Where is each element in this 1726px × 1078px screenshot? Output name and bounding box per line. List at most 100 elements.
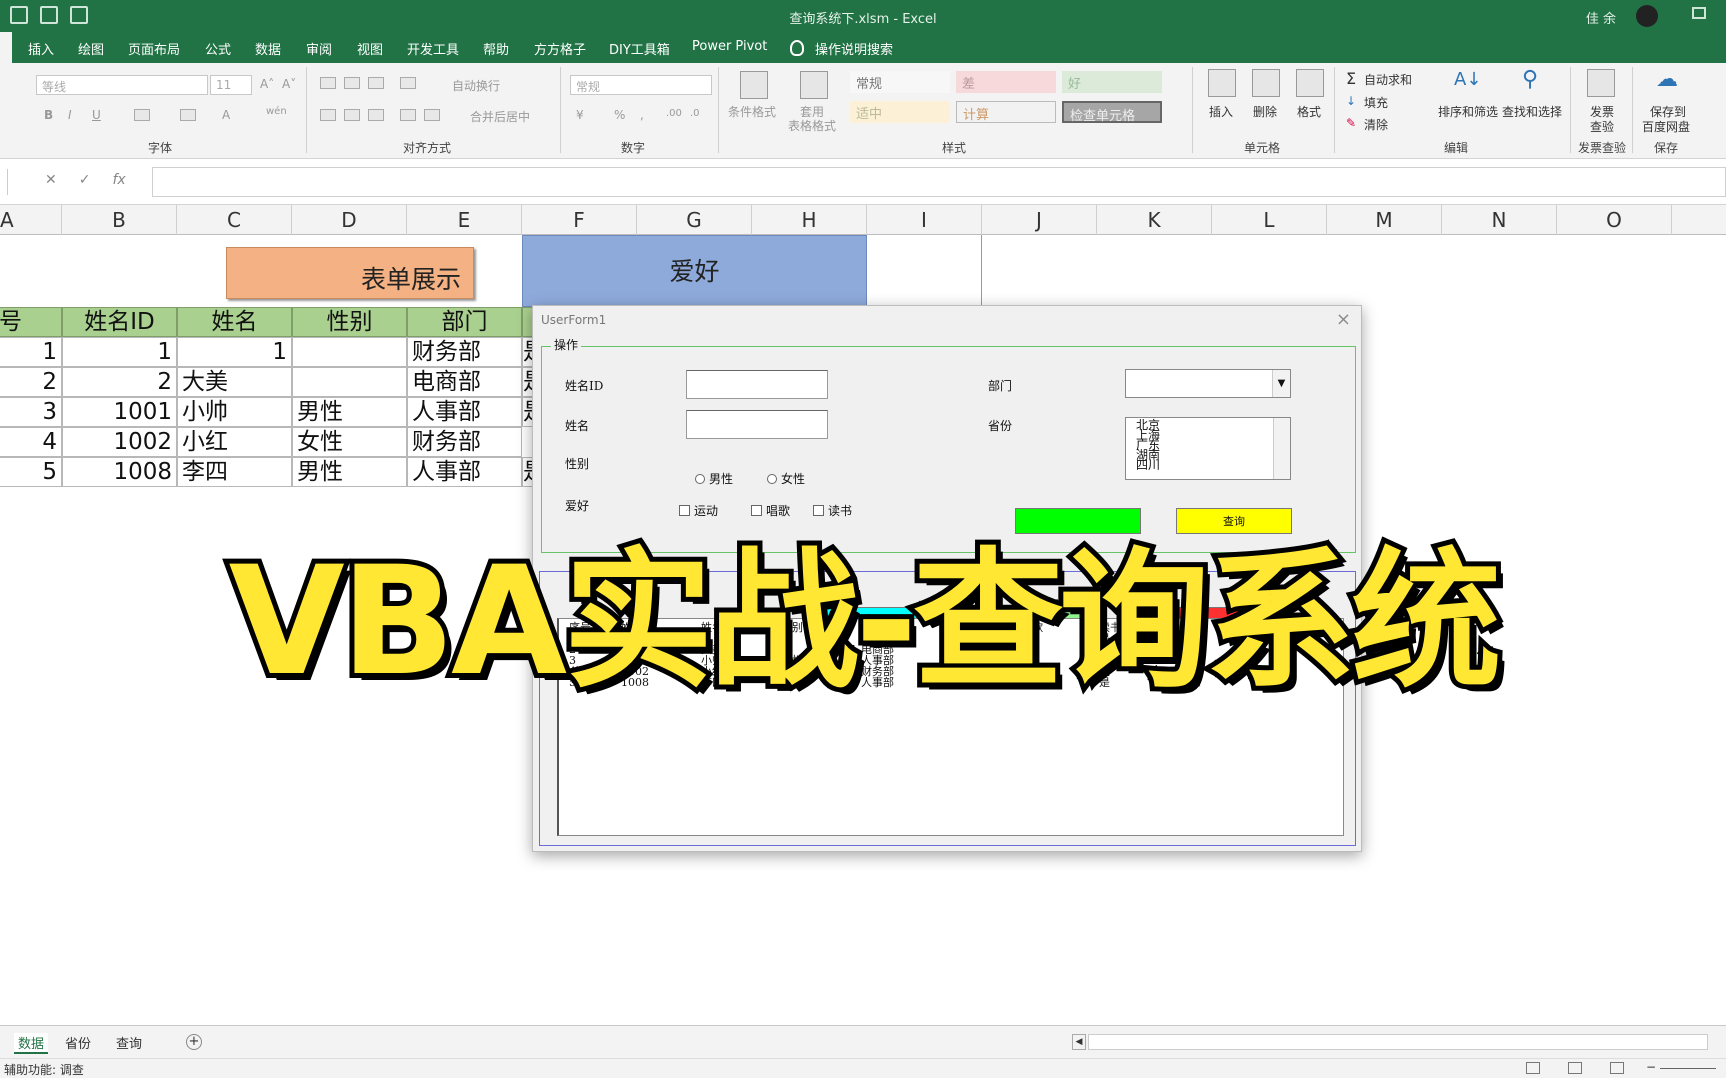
table-cell[interactable]: 2 [62, 367, 177, 397]
tab-view[interactable]: 视图 [357, 39, 383, 58]
conditional-format-icon[interactable] [740, 71, 768, 99]
font-name-combo[interactable]: 等线 [36, 75, 208, 95]
phonetic-icon[interactable]: wén [266, 106, 287, 117]
normal-view-icon[interactable] [1526, 1062, 1540, 1074]
table-cell[interactable]: 4 [0, 427, 62, 457]
orientation-icon[interactable] [400, 77, 416, 89]
tab-page-layout[interactable]: 页面布局 [128, 39, 180, 58]
increase-indent-icon[interactable] [424, 109, 440, 121]
table-cell[interactable] [292, 367, 407, 397]
italic-icon[interactable]: I [68, 108, 72, 122]
table-cell[interactable]: 1002 [62, 427, 177, 457]
result-listbox[interactable]: 序号 姓名ID 姓名 性别 部门 运动 唱歌 读书 省份 1 1 1 财务部 是… [557, 618, 1344, 836]
sheet-tab-query[interactable]: 查询 [116, 1033, 142, 1052]
radio-male[interactable]: 男性 [695, 470, 733, 487]
insert-cells-icon[interactable] [1208, 69, 1236, 97]
currency-icon[interactable]: ¥ [576, 108, 584, 122]
table-cell[interactable]: 1008 [62, 457, 177, 487]
table-cell[interactable]: 财务部 [407, 427, 522, 457]
green-action-button[interactable] [1015, 508, 1141, 534]
table-cell[interactable]: 5 [0, 457, 62, 487]
table-cell[interactable]: 2 [0, 367, 62, 397]
tab-fangfang[interactable]: 方方格子 [534, 39, 586, 58]
table-cell[interactable]: 电商部 [407, 367, 522, 397]
checkbox-sing[interactable]: 唱歌 [751, 502, 790, 519]
fill-icon[interactable]: ↓ [1346, 94, 1356, 108]
find-select-button[interactable]: 查找和选择 [1502, 103, 1562, 120]
invoice-icon[interactable] [1587, 69, 1615, 97]
style-neutral[interactable]: 适中 [850, 101, 950, 123]
tell-me-search[interactable]: 操作说明搜索 [815, 39, 893, 58]
style-normal[interactable]: 常规 [850, 71, 950, 93]
table-format-icon[interactable] [800, 71, 828, 99]
format-cells-button[interactable]: 格式 [1297, 103, 1321, 120]
table-cell[interactable]: 李四 [177, 457, 292, 487]
bold-icon[interactable]: B [44, 108, 53, 122]
col-header-d[interactable]: D [292, 205, 407, 235]
header-cell-gender[interactable]: 性别 [292, 307, 407, 337]
col-header-o[interactable]: O [1557, 205, 1672, 235]
enter-icon[interactable]: ✓ [79, 172, 91, 188]
merge-center-button[interactable]: 合并后居中 [470, 108, 530, 125]
tab-draw[interactable]: 绘图 [78, 39, 104, 58]
col-header-h[interactable]: H [752, 205, 867, 235]
col-header-l[interactable]: L [1212, 205, 1327, 235]
insert-cells-button[interactable]: 插入 [1209, 103, 1233, 120]
checkbox-sport[interactable]: 运动 [679, 502, 718, 519]
format-cells-icon[interactable] [1296, 69, 1324, 97]
sheet-tab-data[interactable]: 数据 [14, 1033, 49, 1054]
tab-power-pivot[interactable]: Power Pivot [692, 39, 767, 54]
delete-cells-button[interactable]: 删除 [1253, 103, 1277, 120]
table-cell[interactable]: 男性 [292, 397, 407, 427]
list-row[interactable]: 2 2 大美 电商部 是 是 广东 [569, 644, 1269, 655]
tab-help[interactable]: 帮助 [483, 39, 509, 58]
zoom-slider[interactable] [1660, 1068, 1716, 1069]
table-cell[interactable]: 1 [177, 337, 292, 367]
close-icon[interactable]: × [1336, 309, 1351, 330]
name-id-input[interactable] [686, 370, 828, 399]
sort-filter-icon[interactable]: A↓ [1454, 69, 1481, 90]
tab-data[interactable]: 数据 [255, 39, 281, 58]
tab-developer[interactable]: 开发工具 [407, 39, 459, 58]
add-sheet-icon[interactable]: + [186, 1034, 202, 1050]
province-listbox[interactable]: 北京 上海 广东 湖南 四川 [1125, 417, 1291, 480]
table-cell[interactable]: 1 [62, 337, 177, 367]
header-cell-name[interactable]: 姓名 [177, 307, 292, 337]
col-header-f[interactable]: F [522, 205, 637, 235]
font-size-combo[interactable]: 11 [210, 75, 252, 95]
list-row[interactable]: 5 1008 李四 男性 人事部 是 是 是 广东 [569, 677, 1269, 688]
baidu-cloud-icon[interactable]: ☁ [1656, 67, 1678, 92]
style-good[interactable]: 好 [1062, 71, 1162, 93]
table-cell[interactable]: 人事部 [407, 397, 522, 427]
delete-cells-icon[interactable] [1252, 69, 1280, 97]
dropdown-arrow-icon[interactable]: ▼ [1272, 370, 1290, 397]
underline-icon[interactable]: U [92, 108, 101, 122]
eraser-icon[interactable]: ✎ [1346, 116, 1356, 130]
align-middle-icon[interactable] [344, 77, 360, 89]
function-icon[interactable]: fx [112, 172, 125, 188]
scroll-left-icon[interactable]: ◀ [1072, 1034, 1086, 1050]
percent-icon[interactable]: % [614, 108, 625, 122]
page-break-view-icon[interactable] [1610, 1062, 1624, 1074]
style-check-cell[interactable]: 检查单元格 [1062, 101, 1162, 124]
cancel-icon[interactable]: ✕ [45, 172, 57, 188]
align-left-icon[interactable] [320, 109, 336, 121]
list-row[interactable]: 1 1 1 财务部 是 是 是 湖南 [569, 633, 1269, 644]
align-top-icon[interactable] [320, 77, 336, 89]
header-cell-dept[interactable]: 部门 [407, 307, 522, 337]
dept-combobox[interactable]: ▼ [1125, 369, 1291, 398]
tab-diy[interactable]: DIY工具箱 [609, 39, 670, 58]
listbox-scrollbar[interactable] [1273, 418, 1290, 479]
col-header-e[interactable]: E [407, 205, 522, 235]
header-cell-id[interactable]: 姓名ID [62, 307, 177, 337]
table-format-line2[interactable]: 表格格式 [788, 117, 836, 134]
hobby-shape[interactable]: 爱好 [522, 235, 867, 307]
col-header-j[interactable]: J [982, 205, 1097, 235]
shrink-font-icon[interactable]: A˅ [282, 77, 296, 91]
table-cell[interactable]: 男性 [292, 457, 407, 487]
table-cell[interactable]: 1001 [62, 397, 177, 427]
table-cell[interactable]: 人事部 [407, 457, 522, 487]
style-bad[interactable]: 差 [956, 71, 1056, 93]
name-box[interactable] [0, 169, 8, 195]
tab-formulas[interactable]: 公式 [205, 39, 231, 58]
